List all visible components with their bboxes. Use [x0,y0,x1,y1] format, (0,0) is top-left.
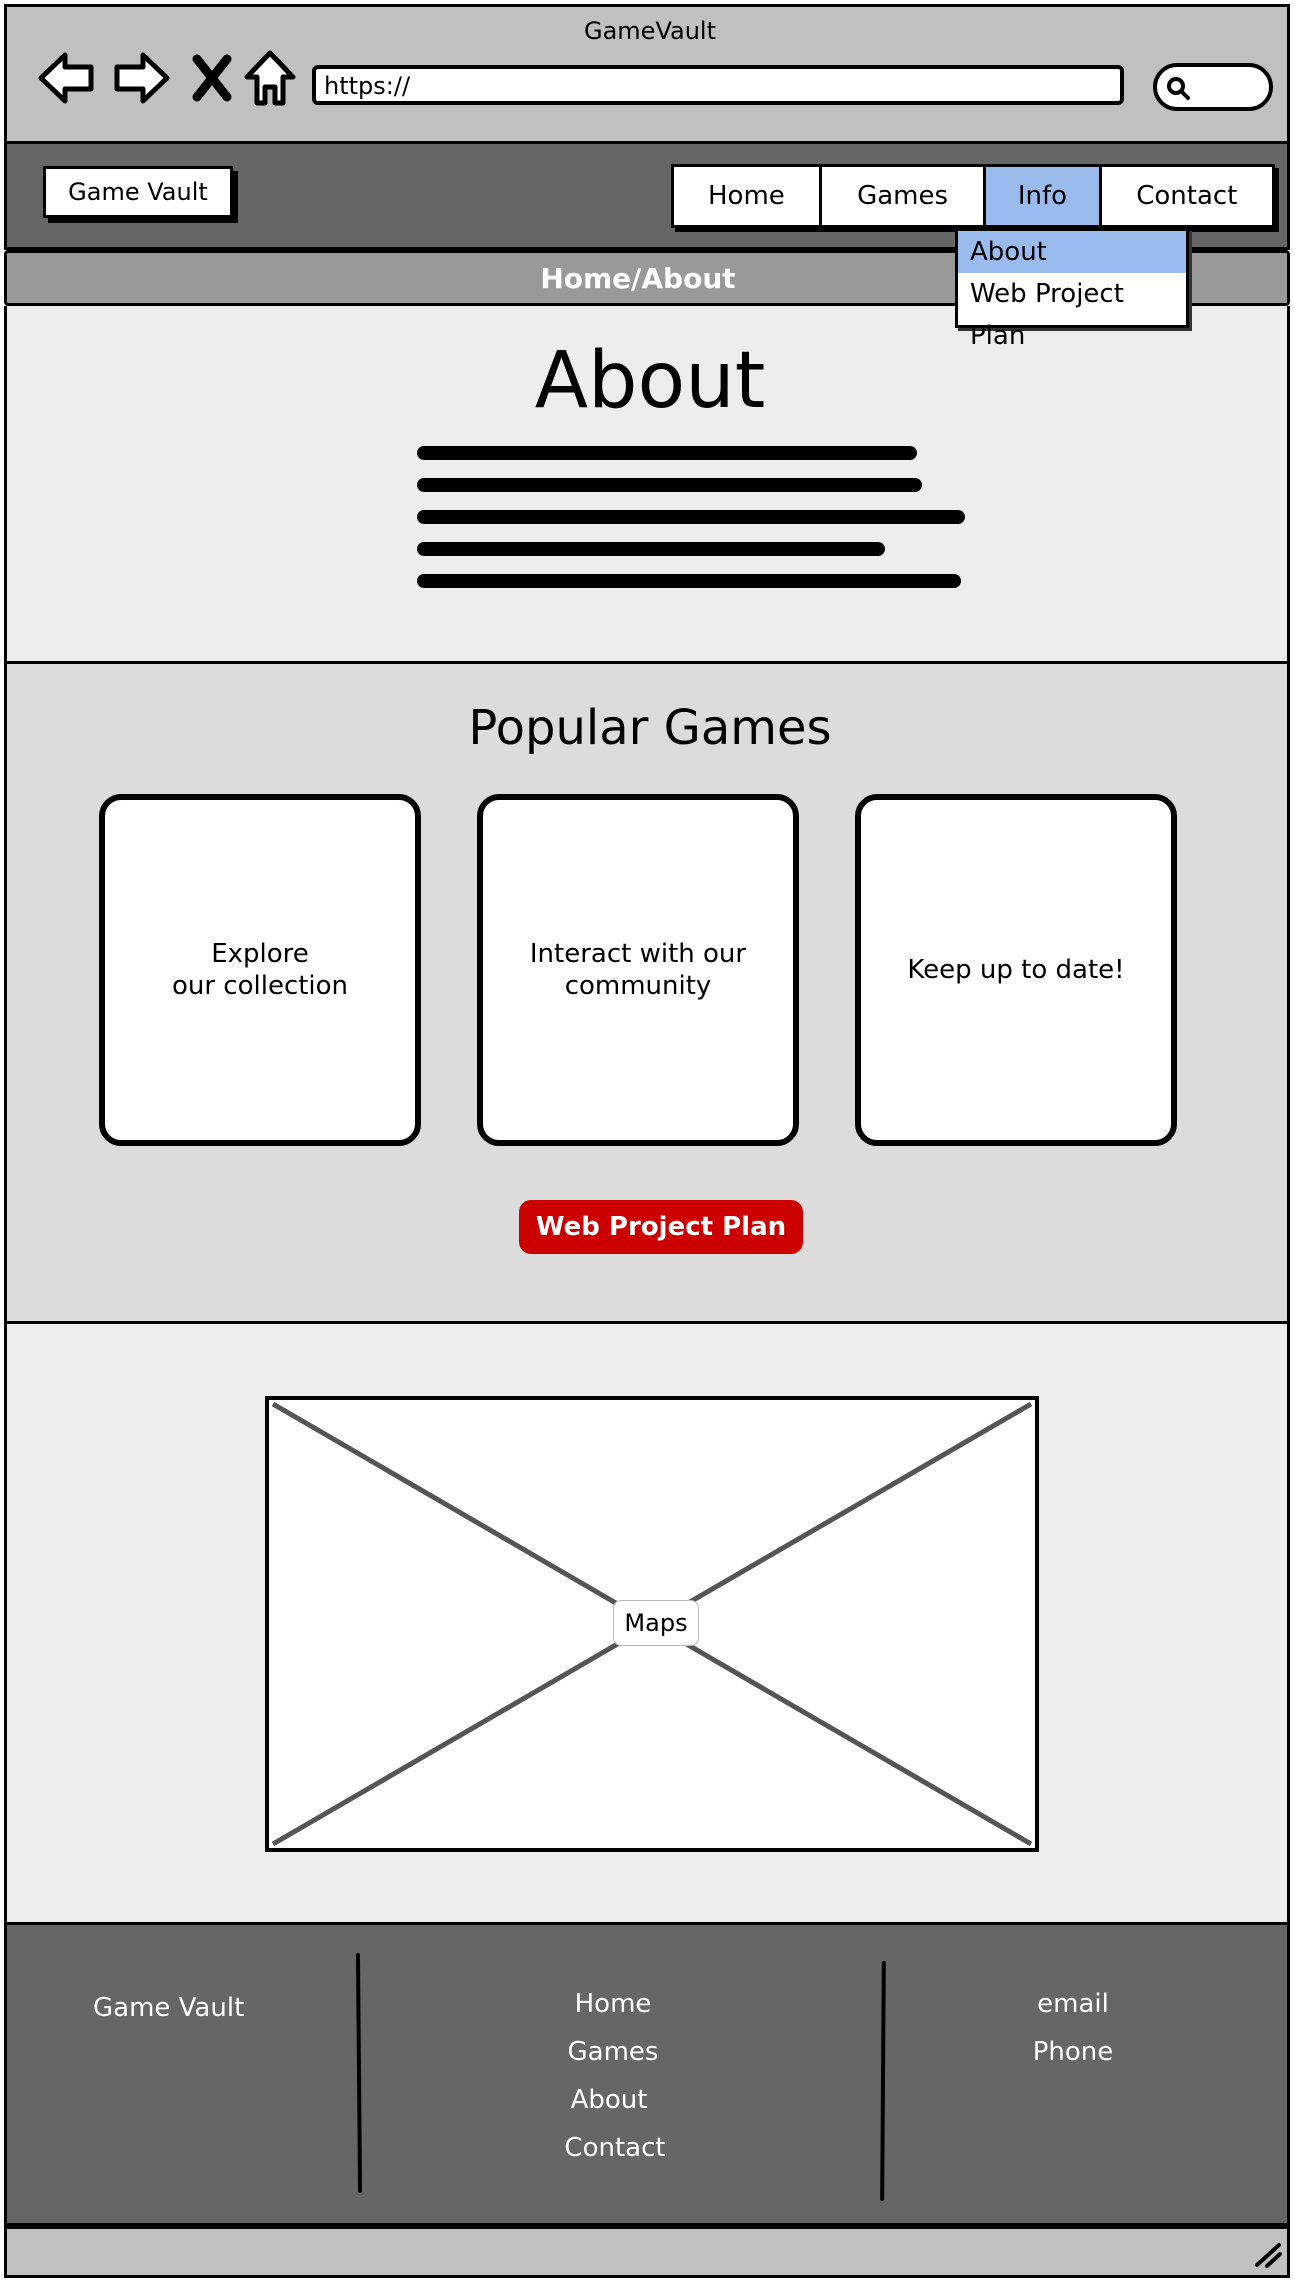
about-title: About [534,336,766,426]
map-placeholder[interactable]: Maps [265,1396,1039,1852]
footer-divider [880,1960,886,2202]
footer-link-contact[interactable]: Contact [529,2133,701,2163]
window-title: GameVault [584,17,716,45]
info-dropdown-menu: About Web Project Plan [955,228,1189,351]
browser-status-bar [4,2226,1290,2278]
browser-search-box[interactable] [1153,63,1273,111]
nav-tab-games[interactable]: Games [822,167,987,225]
card-community[interactable]: Interact with our community [477,794,799,1146]
nav-tabs: Home Games Info Contact [671,164,1275,228]
card-text-line: community [564,971,712,1001]
url-bar[interactable]: https:// [312,65,1124,105]
back-arrow-icon[interactable] [35,45,101,111]
footer-divider [355,1952,363,2194]
web-project-plan-button[interactable]: Web Project Plan [519,1200,803,1254]
dropdown-item-about[interactable]: About [958,231,1186,273]
footer-link-about[interactable]: About [523,2085,695,2115]
stop-icon[interactable] [179,45,245,111]
home-icon[interactable] [237,45,303,111]
search-icon [1167,77,1190,100]
card-updates[interactable]: Keep up to date! [855,794,1177,1146]
footer: Game Vault Home Games About Contact emai… [4,1922,1290,2226]
nav-tab-info[interactable]: Info [986,167,1102,225]
footer-phone[interactable]: Phone [987,2037,1159,2067]
forward-arrow-icon[interactable] [107,45,173,111]
card-explore[interactable]: Explore our collection [99,794,421,1146]
footer-link-home[interactable]: Home [527,1989,699,2019]
card-text-line: our collection [171,971,349,1001]
resize-grip-icon[interactable] [1253,2239,1283,2269]
logo-button[interactable]: Game Vault [43,166,233,218]
about-section: About [4,306,1290,664]
about-placeholder-text [417,446,977,588]
popular-games-section: Popular Games Explore our collection Int… [4,664,1290,1324]
card-text-line: Interact with our [529,939,747,969]
nav-tab-home[interactable]: Home [674,167,822,225]
dropdown-item-web-project-plan[interactable]: Web Project Plan [958,273,1186,351]
footer-brand: Game Vault [93,1993,245,2023]
card-text-line: Keep up to date! [907,955,1125,985]
map-section: Maps [4,1324,1290,1922]
card-text-line: Explore [211,939,309,969]
popular-games-title: Popular Games [468,700,832,756]
nav-tab-contact[interactable]: Contact [1102,167,1272,225]
footer-link-games[interactable]: Games [527,2037,699,2067]
browser-chrome: GameVault https:// [4,4,1290,144]
footer-email[interactable]: email [987,1989,1159,2019]
map-label: Maps [613,1600,699,1646]
